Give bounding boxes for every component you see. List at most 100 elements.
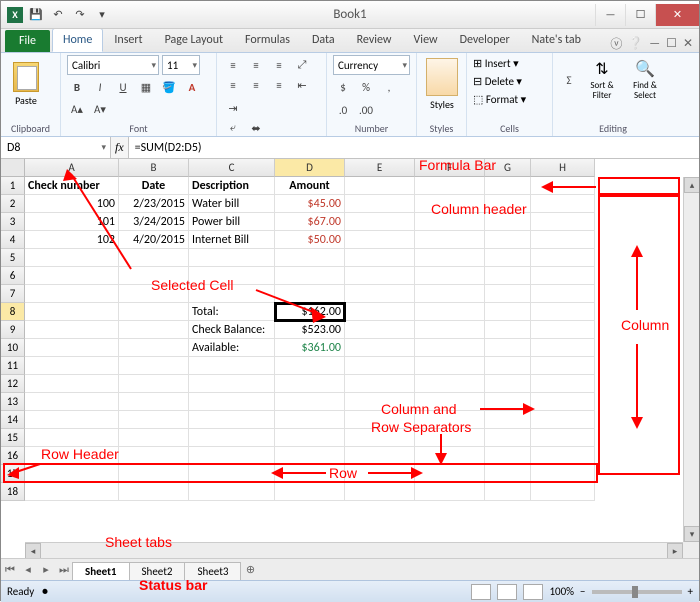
scroll-down-icon[interactable]: ▾	[684, 526, 699, 542]
cell-G3[interactable]	[485, 213, 531, 231]
cell-B1[interactable]: Date	[119, 177, 189, 195]
vertical-scrollbar[interactable]: ▴ ▾	[683, 177, 699, 542]
cell-B11[interactable]	[119, 357, 189, 375]
help-icon[interactable]: ❔	[628, 36, 643, 51]
sheet-nav-first-icon[interactable]: ⏮	[1, 561, 19, 579]
macro-record-icon[interactable]: ⏺	[42, 585, 48, 599]
cell-E13[interactable]	[345, 393, 415, 411]
align-bottom-icon[interactable]: ≡	[269, 55, 289, 75]
cell-G2[interactable]	[485, 195, 531, 213]
cell-G16[interactable]	[485, 447, 531, 465]
undo-icon[interactable]: ↶	[49, 6, 67, 24]
row-header-1[interactable]: 1	[1, 177, 25, 195]
cell-G18[interactable]	[485, 483, 531, 501]
cell-E11[interactable]	[345, 357, 415, 375]
cell-E9[interactable]	[345, 321, 415, 339]
inc-decimal-icon[interactable]: .0	[333, 100, 353, 120]
cell-B14[interactable]	[119, 411, 189, 429]
cell-C3[interactable]: Power bill	[189, 213, 275, 231]
fill-color-button[interactable]: 🪣	[159, 77, 179, 97]
styles-button[interactable]: Styles	[423, 55, 461, 113]
sheet-nav-next-icon[interactable]: ▸	[37, 561, 55, 579]
delete-button[interactable]: ⊟ Delete ▾	[473, 73, 546, 91]
close-button[interactable]: ✕	[655, 4, 699, 26]
cell-A13[interactable]	[25, 393, 119, 411]
cell-G13[interactable]	[485, 393, 531, 411]
cell-E4[interactable]	[345, 231, 415, 249]
tab-review[interactable]: Review	[346, 28, 403, 52]
cell-G4[interactable]	[485, 231, 531, 249]
cell-C16[interactable]	[189, 447, 275, 465]
cell-E16[interactable]	[345, 447, 415, 465]
row-header-5[interactable]: 5	[1, 249, 25, 267]
cell-B12[interactable]	[119, 375, 189, 393]
cell-H7[interactable]	[531, 285, 595, 303]
number-format-combo[interactable]: Currency	[333, 55, 410, 75]
find-select-button[interactable]: 🔍 Find & Select	[625, 55, 665, 105]
cell-H1[interactable]	[531, 177, 595, 195]
cell-G11[interactable]	[485, 357, 531, 375]
file-tab[interactable]: File	[5, 30, 50, 52]
dec-decimal-icon[interactable]: .00	[356, 100, 376, 120]
cell-E12[interactable]	[345, 375, 415, 393]
zoom-value[interactable]: 100%	[549, 585, 574, 598]
row-header-15[interactable]: 15	[1, 429, 25, 447]
formula-input[interactable]: =SUM(D2:D5)	[129, 137, 699, 158]
zoom-in-button[interactable]: +	[688, 585, 693, 598]
cell-D16[interactable]	[275, 447, 345, 465]
cell-F17[interactable]	[415, 465, 485, 483]
tab-formulas[interactable]: Formulas	[234, 28, 301, 52]
cell-H15[interactable]	[531, 429, 595, 447]
cell-B16[interactable]	[119, 447, 189, 465]
align-right-icon[interactable]: ≡	[269, 75, 289, 95]
redo-icon[interactable]: ↷	[71, 6, 89, 24]
select-all-corner[interactable]	[1, 159, 25, 177]
cell-A10[interactable]	[25, 339, 119, 357]
align-center-icon[interactable]: ≡	[246, 75, 266, 95]
page-layout-view-button[interactable]	[497, 584, 517, 600]
cell-H11[interactable]	[531, 357, 595, 375]
cell-G6[interactable]	[485, 267, 531, 285]
cell-C14[interactable]	[189, 411, 275, 429]
insert-button[interactable]: ⊞ Insert ▾	[473, 55, 546, 73]
cell-E14[interactable]	[345, 411, 415, 429]
cell-H6[interactable]	[531, 267, 595, 285]
cell-F1[interactable]	[415, 177, 485, 195]
cell-D14[interactable]	[275, 411, 345, 429]
row-header-18[interactable]: 18	[1, 483, 25, 501]
tab-insert[interactable]: Insert	[103, 28, 153, 52]
cell-G9[interactable]	[485, 321, 531, 339]
cell-F13[interactable]	[415, 393, 485, 411]
comma-icon[interactable]: ,	[379, 77, 399, 97]
cell-H4[interactable]	[531, 231, 595, 249]
row-header-12[interactable]: 12	[1, 375, 25, 393]
cell-B9[interactable]	[119, 321, 189, 339]
cell-A6[interactable]	[25, 267, 119, 285]
merge-icon[interactable]: ⬌	[246, 118, 266, 138]
cell-C17[interactable]	[189, 465, 275, 483]
cell-H3[interactable]	[531, 213, 595, 231]
cell-E18[interactable]	[345, 483, 415, 501]
cell-F10[interactable]	[415, 339, 485, 357]
fx-icon[interactable]: fx	[115, 140, 124, 155]
grow-font-icon[interactable]: A▴	[67, 100, 87, 120]
cell-A17[interactable]	[25, 465, 119, 483]
format-button[interactable]: ⬚ Format ▾	[473, 91, 546, 109]
row-header-13[interactable]: 13	[1, 393, 25, 411]
cell-A8[interactable]	[25, 303, 119, 321]
percent-icon[interactable]: %	[356, 77, 376, 97]
cell-F16[interactable]	[415, 447, 485, 465]
border-button[interactable]: ▦	[136, 77, 156, 97]
row-header-6[interactable]: 6	[1, 267, 25, 285]
cell-F4[interactable]	[415, 231, 485, 249]
cell-H2[interactable]	[531, 195, 595, 213]
bold-button[interactable]: B	[67, 77, 87, 97]
orientation-icon[interactable]: ⤢	[292, 55, 312, 75]
cell-B5[interactable]	[119, 249, 189, 267]
row-header-2[interactable]: 2	[1, 195, 25, 213]
cell-C5[interactable]	[189, 249, 275, 267]
column-header-F[interactable]: F	[415, 159, 485, 177]
cell-C6[interactable]	[189, 267, 275, 285]
cell-B2[interactable]: 2/23/2015	[119, 195, 189, 213]
accounting-icon[interactable]: $	[333, 77, 353, 97]
